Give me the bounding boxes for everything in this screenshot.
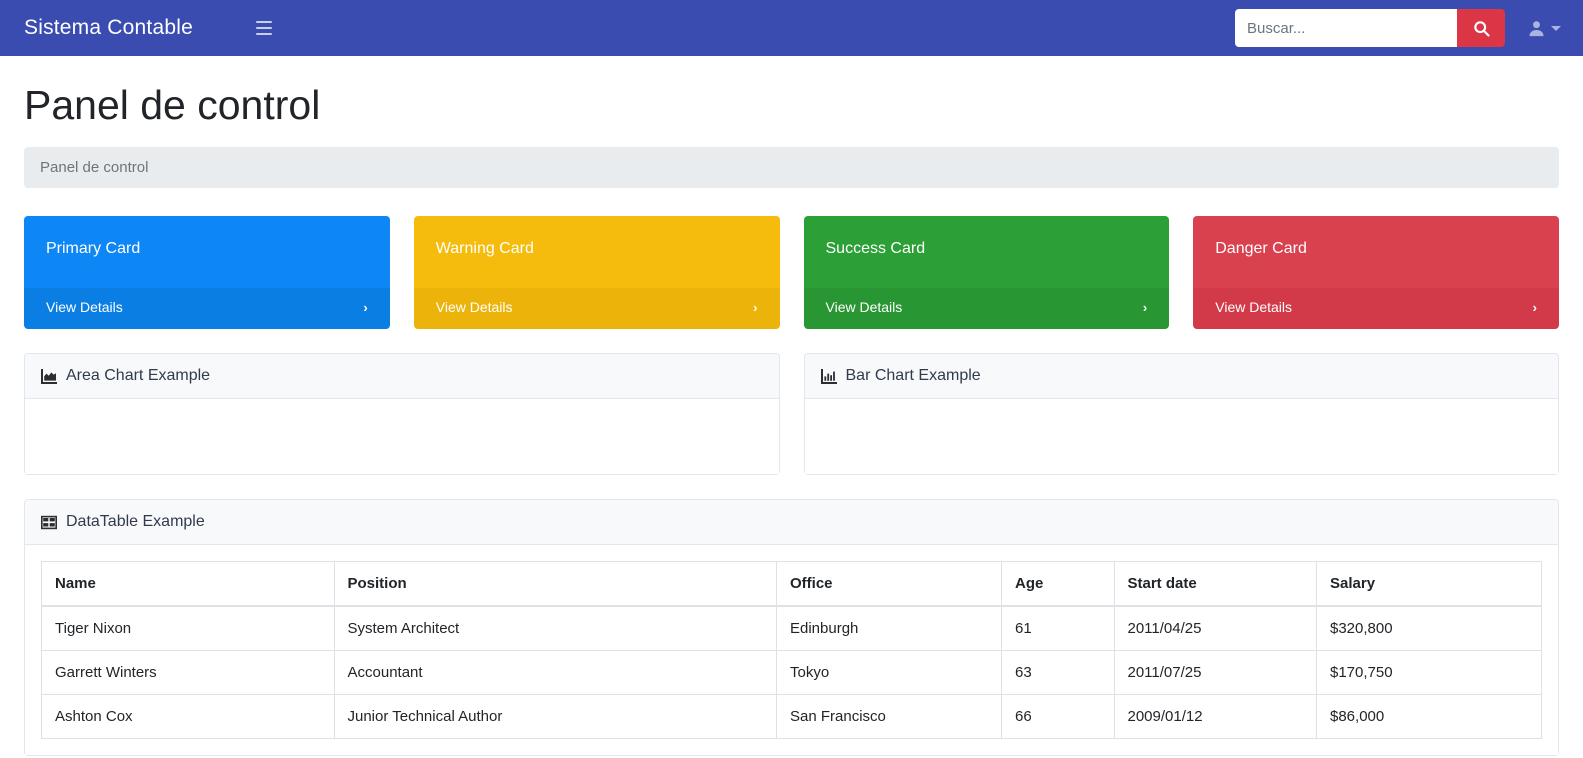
search-input[interactable] [1235,9,1457,47]
stat-card-primary[interactable]: Primary Card View Details › [24,216,390,329]
view-details-label: View Details [825,299,903,315]
datatable-body: Name Position Office Age Start date Sala… [25,545,1558,755]
panel-title: Area Chart Example [66,367,211,384]
stat-card-title: Warning Card [435,240,534,257]
stat-card-title: Success Card [825,240,926,257]
hamburger-bar [255,33,272,35]
view-details-label: View Details [46,299,123,315]
cell-name: Tiger Nixon [41,605,335,651]
table-header: Name Position Office Age Start date Sala… [41,561,1542,607]
chevron-right-icon: › [1142,299,1148,315]
stat-card-footer-link[interactable]: View Details › [803,288,1170,329]
stat-card-body: Primary Card [24,216,390,288]
panel-title: Bar Chart Example [845,367,981,384]
cell-name: Ashton Cox [41,694,335,739]
cell-name: Garrett Winters [41,650,335,695]
table-body-rows: Tiger Nixon System Architect Edinburgh 6… [41,605,1542,739]
stat-card-footer-link[interactable]: View Details › [1193,288,1559,329]
column-header-position[interactable]: Position [333,561,777,607]
view-details-label: View Details [435,299,513,315]
area-chart-canvas [25,399,779,474]
cell-age: 66 [1001,694,1115,739]
chevron-down-icon [1551,25,1561,31]
bar-chart-icon [820,368,837,384]
table-row[interactable]: Ashton Cox Junior Technical Author San F… [41,694,1542,739]
stat-card-body: Danger Card [1193,216,1559,288]
hamburger-icon[interactable] [251,15,277,41]
stat-card-footer-link[interactable]: View Details › [24,288,390,329]
navbar-right-group [1235,9,1567,47]
area-chart-icon [41,368,57,384]
datatable-panel: DataTable Example Name Position Office A… [24,499,1559,756]
hamburger-bar [255,21,272,23]
app-brand[interactable]: Sistema Contable [24,16,193,40]
bar-chart-panel: Bar Chart Example [803,353,1559,475]
chart-panel-row: Area Chart Example Bar Chart Example [24,353,1559,475]
chevron-right-icon: › [363,299,368,315]
cell-start: 2009/01/12 [1113,694,1317,739]
user-icon [1529,20,1544,36]
table-header-row: Name Position Office Age Start date Sala… [41,561,1542,607]
stat-card-body: Warning Card [413,216,780,288]
search-group [1235,9,1505,47]
stat-card-row: Primary Card View Details › Warning Card… [24,216,1559,329]
cell-start: 2011/04/25 [1113,605,1317,651]
column-header-name[interactable]: Name [41,561,335,607]
cell-salary: $86,000 [1316,694,1542,739]
column-header-salary[interactable]: Salary [1316,561,1542,607]
cell-position: Accountant [333,650,777,695]
top-navbar: Sistema Contable [0,0,1583,56]
search-button[interactable] [1457,9,1505,47]
cell-office: Tokyo [776,650,1002,695]
column-header-office[interactable]: Office [776,561,1002,607]
breadcrumb-item-current: Panel de control [40,159,149,176]
bar-chart-panel-header: Bar Chart Example [804,354,1558,399]
stat-card-danger[interactable]: Danger Card View Details › [1193,216,1559,329]
cell-salary: $170,750 [1316,650,1542,695]
cell-start: 2011/07/25 [1113,650,1317,695]
cell-age: 63 [1001,650,1115,695]
bar-chart-canvas [804,399,1558,474]
view-details-label: View Details [1215,299,1293,315]
stat-card-title: Primary Card [46,240,141,257]
datatable-panel-header: DataTable Example [25,500,1558,545]
cell-office: San Francisco [776,694,1002,739]
data-table: Name Position Office Age Start date Sala… [41,561,1542,739]
search-icon [1473,20,1490,37]
column-header-start-date[interactable]: Start date [1113,561,1317,607]
cell-age: 61 [1001,605,1115,651]
stat-card-warning[interactable]: Warning Card View Details › [413,216,780,329]
cell-position: Junior Technical Author [333,694,777,739]
area-chart-panel: Area Chart Example [24,353,780,475]
table-icon [41,515,57,529]
area-chart-panel-header: Area Chart Example [25,354,779,399]
page-container: Panel de control Panel de control Primar… [0,82,1583,756]
panel-title: DataTable Example [66,513,205,530]
hamburger-bar [255,27,272,29]
stat-card-title: Danger Card [1215,240,1307,257]
chevron-right-icon: › [1532,299,1537,315]
table-row[interactable]: Tiger Nixon System Architect Edinburgh 6… [41,605,1542,651]
stat-card-footer-link[interactable]: View Details › [413,288,780,329]
column-header-age[interactable]: Age [1001,561,1115,607]
user-menu[interactable] [1527,19,1561,38]
stat-card-success[interactable]: Success Card View Details › [803,216,1170,329]
table-row[interactable]: Garrett Winters Accountant Tokyo 63 2011… [41,650,1542,695]
cell-salary: $320,800 [1316,605,1542,651]
cell-position: System Architect [333,605,777,651]
breadcrumb: Panel de control [24,147,1559,188]
page-title: Panel de control [24,82,321,128]
stat-card-body: Success Card [803,216,1170,288]
chevron-right-icon: › [753,299,758,315]
cell-office: Edinburgh [776,605,1002,651]
